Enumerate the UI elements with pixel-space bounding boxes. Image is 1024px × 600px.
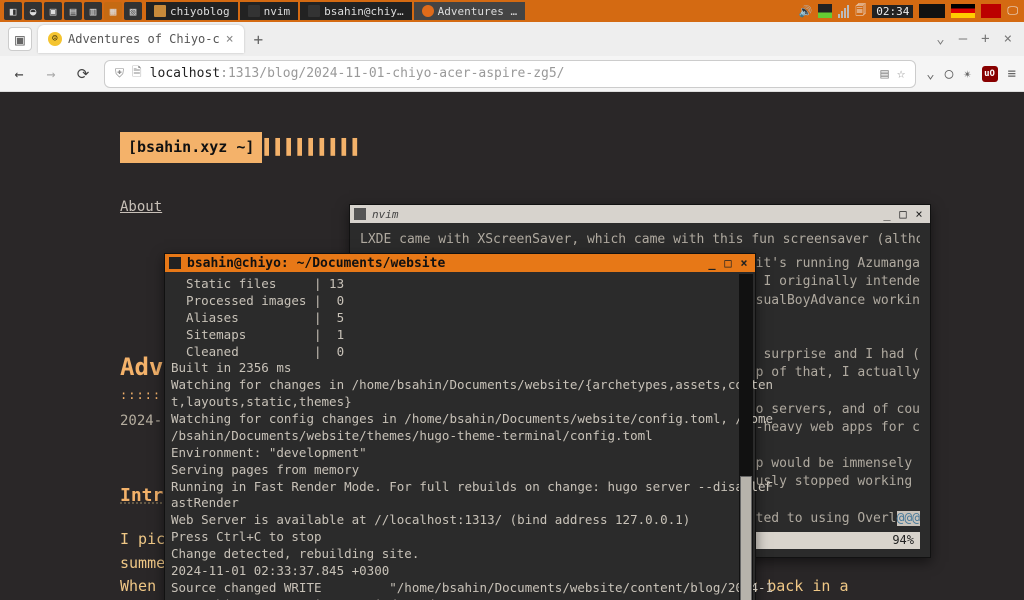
window-icon: [169, 257, 181, 269]
launcher-icon[interactable]: ▥: [84, 2, 102, 20]
taskbar-btn-label: chiyoblog: [170, 5, 230, 18]
bookmark-star-icon[interactable]: ☆: [897, 66, 905, 82]
app-menu-button[interactable]: ≡: [1008, 66, 1016, 82]
terminal-scrollbar[interactable]: [739, 274, 753, 600]
nvim-line: LXDE came with XScreenSaver, which came …: [360, 231, 920, 249]
browser-toolbar: ← → ⟳ ⛨ 🗎 localhost:1313/blog/2024-11-01…: [0, 56, 1024, 92]
launcher-icon[interactable]: ◧: [4, 2, 22, 20]
forward-button[interactable]: →: [40, 65, 62, 83]
terminal-line: Cleaned | 0: [171, 344, 749, 361]
terminal-window-title: bsahin@chiyo: ~/Documents/website: [187, 256, 445, 271]
clock[interactable]: 02:34: [872, 5, 913, 18]
terminal-line: Processed images | 0: [171, 293, 749, 310]
taskbar-app-terminal[interactable]: bsahin@chiy…: [300, 2, 411, 20]
terminal-line: Web Server is available at //localhost:1…: [171, 512, 749, 529]
extensions-icon[interactable]: ✴: [963, 66, 971, 82]
terminal-output[interactable]: Static files | 13 Processed images | 0 A…: [165, 272, 755, 600]
terminal-titlebar[interactable]: bsahin@chiyo: ~/Documents/website _ □ ×: [165, 254, 755, 272]
volume-icon[interactable]: 🔊: [799, 5, 813, 18]
favicon-icon: ☺: [48, 32, 62, 46]
site-logo[interactable]: [bsahin.xyz ~]: [120, 132, 262, 163]
terminal-line: Serving pages from memory: [171, 462, 749, 479]
taskbar-btn-label: nvim: [264, 5, 291, 18]
tab-close-icon[interactable]: ×: [226, 32, 234, 47]
terminal-line: Sitemaps | 1: [171, 327, 749, 344]
account-icon[interactable]: ◯: [945, 66, 953, 82]
browser-window: ▣ ☺ Adventures of Chiyo-c × + ⌄ — + × ← …: [0, 22, 1024, 600]
system-tray: 🔊 🗐 02:34 🖵: [793, 2, 1024, 21]
launcher-icon[interactable]: ▧: [124, 2, 142, 20]
pocket-icon[interactable]: ⌄: [926, 66, 934, 82]
address-bar[interactable]: ⛨ 🗎 localhost:1313/blog/2024-11-01-chiyo…: [104, 60, 916, 88]
window-minimize-button[interactable]: _: [880, 207, 894, 221]
tray-monitor-icon[interactable]: 🖵: [1007, 4, 1018, 18]
window-maximize-button[interactable]: □: [896, 207, 910, 221]
clipboard-icon[interactable]: 🗐: [855, 2, 866, 21]
tray-indicator-icon[interactable]: [981, 4, 1001, 18]
cpu-graph-icon[interactable]: [919, 4, 945, 18]
nav-link-about[interactable]: About: [120, 197, 162, 219]
terminal-line: 1-01-chiyo-acer-aspire-zg5/index.md": [171, 597, 749, 600]
nvim-titlebar[interactable]: nvim _ □ ×: [350, 205, 930, 223]
terminal-line: astRender: [171, 495, 749, 512]
terminal-line: Aliases | 5: [171, 310, 749, 327]
window-close-button[interactable]: ×: [737, 256, 751, 270]
terminal-line: /bsahin/Documents/website/themes/hugo-th…: [171, 428, 749, 445]
terminal-line: Change detected, rebuilding site.: [171, 546, 749, 563]
site-info-icon[interactable]: 🗎: [132, 63, 142, 84]
launcher-icon[interactable]: ▣: [44, 2, 62, 20]
reload-button[interactable]: ⟳: [72, 65, 94, 83]
terminal-line: Watching for config changes in /home/bsa…: [171, 411, 749, 428]
window-maximize-button[interactable]: +: [977, 31, 993, 47]
taskbar-btn-label: Adventures …: [438, 5, 517, 18]
taskbar-launchers: ◧ ◒ ▣ ▤ ▥ ▦ ▧: [0, 2, 146, 20]
page-viewport: [bsahin.xyz ~]▌▌▌▌▌▌▌▌▌ About Adve :::::…: [0, 92, 1024, 600]
tab-title: Adventures of Chiyo-c: [68, 32, 220, 46]
tabs-overflow-icon[interactable]: ⌄: [932, 31, 948, 47]
terminal-line: Press Ctrl+C to stop: [171, 529, 749, 546]
terminal-line: Running in Fast Render Mode. For full re…: [171, 479, 749, 496]
ublock-icon[interactable]: uO: [982, 66, 998, 82]
launcher-icon[interactable]: ◒: [24, 2, 42, 20]
back-button[interactable]: ←: [8, 65, 30, 83]
url-path: :1313/blog/2024-11-01-chiyo-acer-aspire-…: [220, 66, 564, 81]
window-close-button[interactable]: ×: [912, 207, 926, 221]
window-minimize-button[interactable]: —: [955, 31, 971, 47]
browser-tab-strip: ▣ ☺ Adventures of Chiyo-c × + ⌄ — + ×: [0, 22, 1024, 56]
scrollbar-thumb[interactable]: [740, 476, 752, 600]
window-terminal[interactable]: bsahin@chiyo: ~/Documents/website _ □ × …: [164, 253, 756, 600]
launcher-icon[interactable]: ▦: [104, 2, 122, 20]
terminal-line: Static files | 13: [171, 276, 749, 293]
toolbar-extensions: ⌄ ◯ ✴ uO ≡: [926, 66, 1016, 82]
window-minimize-button[interactable]: _: [705, 256, 719, 270]
taskbar-app-filemanager[interactable]: chiyoblog: [146, 2, 238, 20]
wifi-bars-icon[interactable]: [838, 4, 849, 18]
terminal-line: Source changed WRITE "/home/bsahin/Docum…: [171, 580, 749, 597]
window-icon: [354, 208, 366, 220]
battery-meter-icon[interactable]: [818, 4, 832, 18]
window-close-button[interactable]: ×: [1000, 31, 1016, 47]
url-host: localhost: [150, 66, 220, 81]
terminal-line: Built in 2356 ms: [171, 360, 749, 377]
desktop-taskbar: ◧ ◒ ▣ ▤ ▥ ▦ ▧ chiyoblog nvim bsahin@chiy…: [0, 0, 1024, 22]
launcher-icon[interactable]: ▤: [64, 2, 82, 20]
terminal-line: 2024-11-01 02:33:37.845 +0300: [171, 563, 749, 580]
new-tab-button[interactable]: +: [250, 30, 268, 49]
logo-decoration: ▌▌▌▌▌▌▌▌▌: [264, 136, 363, 159]
shield-icon[interactable]: ⛨: [115, 66, 124, 81]
reader-mode-icon[interactable]: ▤: [880, 66, 888, 82]
terminal-line: Environment: "development": [171, 445, 749, 462]
nvim-window-title: nvim: [372, 208, 399, 221]
taskbar-app-browser[interactable]: Adventures …: [414, 2, 525, 20]
terminal-line: t,layouts,static,themes}: [171, 394, 749, 411]
taskbar-btn-label: bsahin@chiy…: [324, 5, 403, 18]
browser-tab[interactable]: ☺ Adventures of Chiyo-c ×: [38, 25, 244, 53]
nvim-status-pct: 94%: [892, 533, 914, 547]
terminal-line: Watching for changes in /home/bsahin/Doc…: [171, 377, 749, 394]
window-maximize-button[interactable]: □: [721, 256, 735, 270]
taskbar-app-nvim[interactable]: nvim: [240, 2, 299, 20]
sidebar-toggle-button[interactable]: ▣: [8, 27, 32, 51]
keyboard-layout-icon[interactable]: [951, 4, 975, 18]
